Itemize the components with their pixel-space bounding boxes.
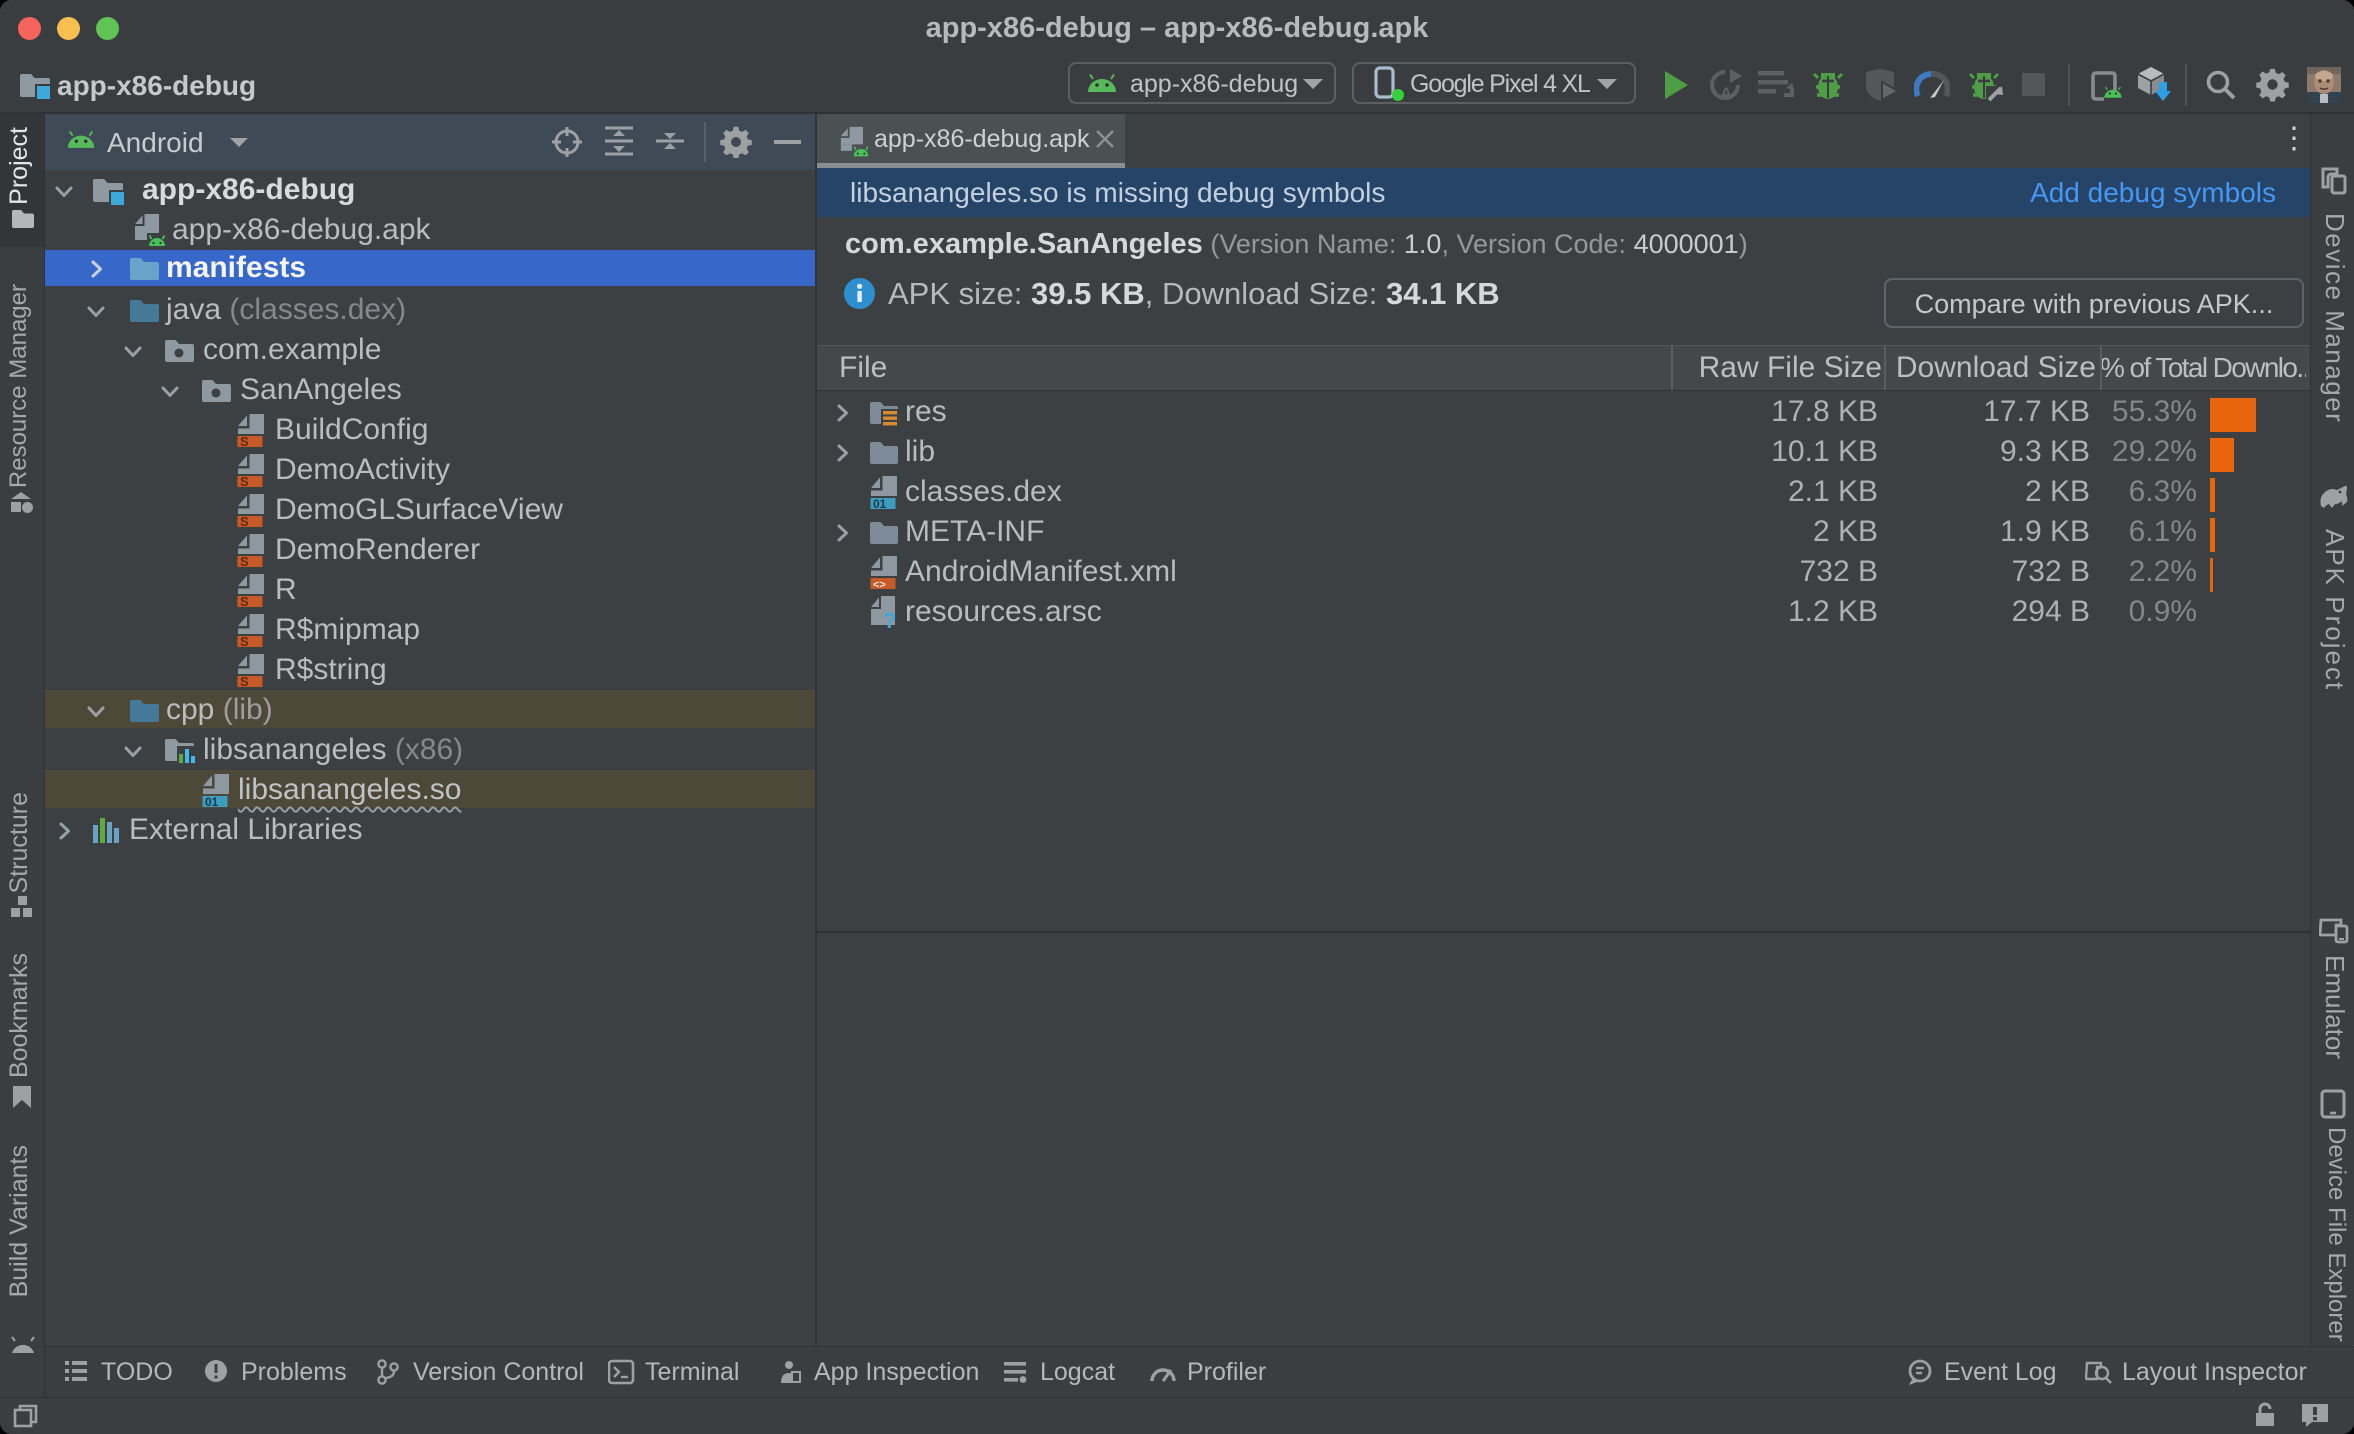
svg-text:S: S: [240, 514, 249, 528]
svg-text:S: S: [240, 554, 249, 568]
svg-text:<>: <>: [873, 579, 886, 590]
svg-text:?: ?: [883, 608, 896, 630]
svg-text:A: A: [1720, 84, 1732, 102]
svg-text:S: S: [240, 474, 249, 488]
svg-text:S: S: [240, 674, 249, 688]
svg-text:01: 01: [205, 795, 219, 808]
svg-text:S: S: [240, 594, 249, 608]
svg-text:S: S: [240, 634, 249, 648]
svg-text:01: 01: [873, 497, 887, 510]
svg-text:S: S: [240, 434, 249, 448]
